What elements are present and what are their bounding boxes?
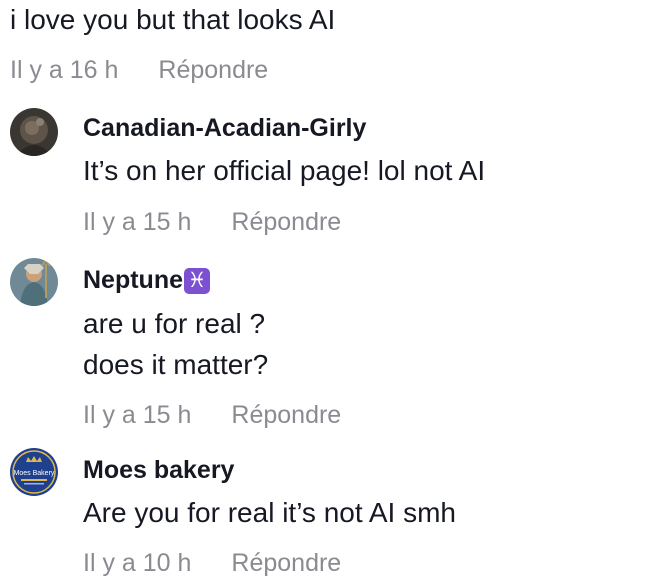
avatar-image [10, 258, 58, 306]
reply-comment-3: Moes Bakery Moes bakery Are you for real… [10, 448, 646, 584]
parent-comment-text: i love you but that looks AI [10, 4, 336, 35]
username-text: Neptune [83, 266, 183, 294]
reply-button[interactable]: Répondre [231, 401, 341, 429]
reply-button[interactable]: Répondre [231, 208, 341, 236]
avatar-image: Moes Bakery [10, 448, 58, 496]
username[interactable]: Moes bakery [83, 454, 234, 486]
reply-comment-1: Canadian-Acadian-Girly It’s on her offic… [10, 108, 646, 248]
reply-comment-2: Neptune ♓ are u for real ? does it matter… [10, 258, 646, 438]
comment-meta: Il y a 10 h Répondre [83, 547, 341, 579]
comment-text-line-1: are u for real ? [83, 308, 266, 339]
comment-timestamp: Il y a 15 h [83, 208, 192, 236]
avatar[interactable]: Moes Bakery [10, 448, 58, 496]
comment-text-line-2: does it matter? [83, 349, 269, 380]
username[interactable]: Neptune ♓ [83, 264, 210, 296]
comment-text: Are you for real it’s not AI smh [83, 497, 456, 528]
reply-button[interactable]: Répondre [231, 549, 341, 577]
comment-meta: Il y a 15 h Répondre [83, 206, 341, 238]
avatar[interactable] [10, 258, 58, 306]
comment-timestamp: Il y a 16 h [10, 56, 119, 84]
reply-button[interactable]: Répondre [158, 56, 268, 84]
comment-timestamp: Il y a 10 h [83, 549, 192, 577]
comment-timestamp: Il y a 15 h [83, 401, 192, 429]
username[interactable]: Canadian-Acadian-Girly [83, 112, 366, 144]
avatar-image [10, 108, 58, 156]
comment-meta: Il y a 15 h Répondre [83, 399, 341, 431]
pisces-icon: ♓ [184, 268, 210, 294]
parent-comment-meta: Il y a 16 h Répondre [10, 54, 268, 86]
avatar-logo-text: Moes Bakery [14, 470, 55, 477]
avatar[interactable] [10, 108, 58, 156]
comment-text: It’s on her official page! lol not AI [83, 155, 486, 186]
